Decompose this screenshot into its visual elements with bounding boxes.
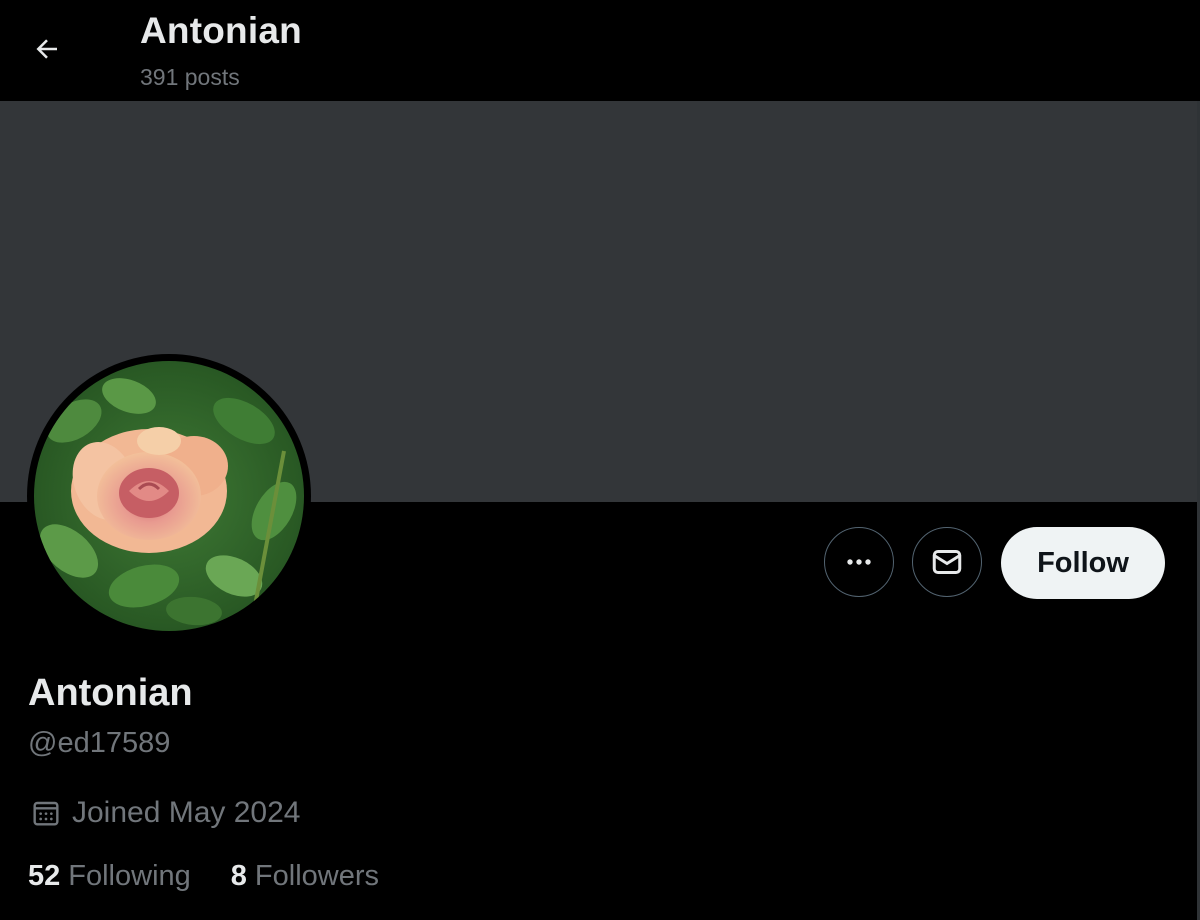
user-handle: @ed17589 [28,727,171,759]
calendar-icon [33,801,59,826]
joined-date: Joined May 2024 [30,796,301,830]
followers-count: 8 [230,860,247,892]
posts-count: 391 posts [140,64,240,90]
joined-text: Joined May 2024 [72,796,301,829]
follow-button[interactable]: Follow [1001,527,1165,599]
rose-avatar-image [34,361,304,631]
followers-link[interactable]: 8 Followers [231,860,379,893]
followers-label: Followers [254,860,379,892]
more-horizontal-icon [847,559,871,565]
follow-stats: 52 Following 8 Followers [28,860,379,893]
arrow-left-icon [36,39,57,59]
display-name: Antonian [28,672,193,714]
following-count: 52 [28,860,61,892]
envelope-icon [932,550,962,574]
header-title: Antonian [140,10,302,51]
message-button[interactable] [912,527,982,597]
following-label: Following [68,860,191,892]
more-options-button[interactable] [824,527,894,597]
avatar[interactable] [27,354,311,638]
profile-header: Antonian 391 posts [0,0,1200,101]
back-button[interactable] [24,26,70,72]
following-link[interactable]: 52 Following [28,860,191,893]
